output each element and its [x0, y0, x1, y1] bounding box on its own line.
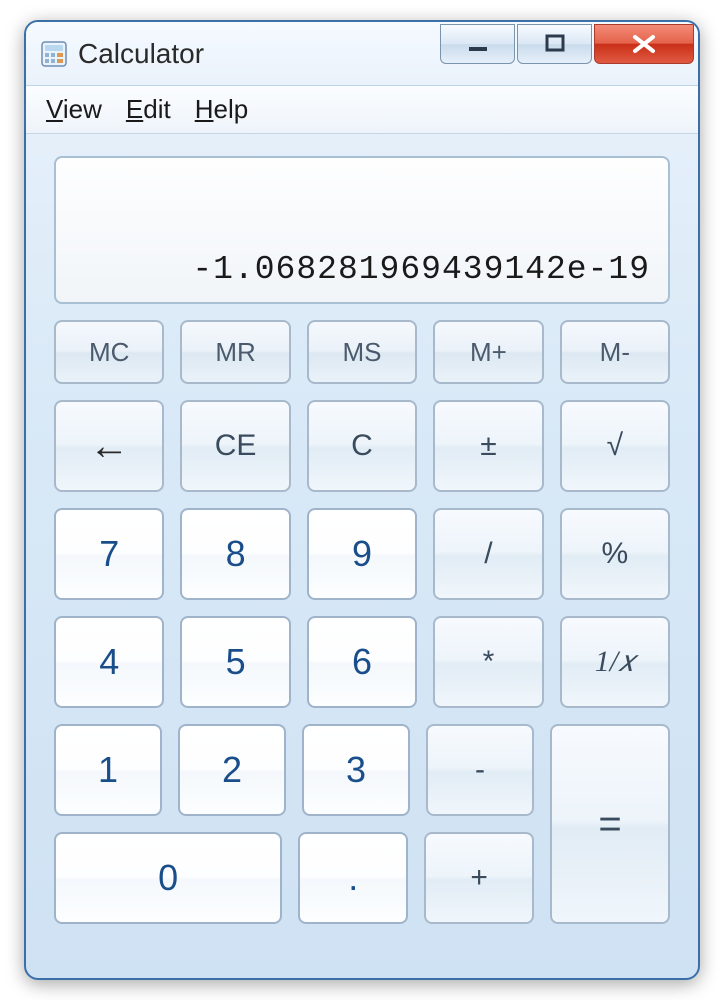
percent-button[interactable]: % — [560, 508, 670, 600]
menu-edit[interactable]: Edit — [126, 94, 171, 125]
reciprocal-button[interactable]: 1/𝑥 — [560, 616, 670, 708]
calculator-window: Calculator View Edit Help — [24, 20, 700, 980]
close-button[interactable] — [594, 24, 694, 64]
display-value: -1.068281969439142e-19 — [192, 251, 650, 288]
backspace-arrow-icon: ← — [89, 424, 129, 469]
bottom-left-block: 1 2 3 - 0 . + — [54, 724, 534, 924]
menu-view[interactable]: View — [46, 94, 102, 125]
num-0-button[interactable]: 0 — [54, 832, 282, 924]
backspace-button[interactable]: ← — [54, 400, 164, 492]
titlebar: Calculator — [26, 22, 698, 86]
display-area: -1.068281969439142e-19 — [54, 156, 670, 304]
row-0: 0 . + — [54, 832, 534, 924]
minimize-button[interactable] — [440, 24, 515, 64]
num-4-button[interactable]: 4 — [54, 616, 164, 708]
mc-button[interactable]: MC — [54, 320, 164, 384]
num-2-button[interactable]: 2 — [178, 724, 286, 816]
mminus-button[interactable]: M- — [560, 320, 670, 384]
reciprocal-label: 1/𝑥 — [595, 645, 635, 679]
num-7-button[interactable]: 7 — [54, 508, 164, 600]
num-3-button[interactable]: 3 — [302, 724, 410, 816]
equals-column: = — [550, 724, 670, 924]
decimal-button[interactable]: . — [298, 832, 408, 924]
c-button[interactable]: C — [307, 400, 417, 492]
equals-button[interactable]: = — [550, 724, 670, 924]
add-button[interactable]: + — [424, 832, 534, 924]
menu-view-rest: iew — [63, 94, 102, 124]
calc-display: -1.068281969439142e-19 — [54, 156, 670, 304]
row-789: 7 8 9 / % — [54, 508, 670, 600]
divide-button[interactable]: / — [433, 508, 543, 600]
ms-button[interactable]: MS — [307, 320, 417, 384]
menu-edit-rest: dit — [143, 94, 170, 124]
num-9-button[interactable]: 9 — [307, 508, 417, 600]
calculator-app-icon — [40, 40, 68, 68]
subtract-button[interactable]: - — [426, 724, 534, 816]
multiply-button[interactable]: * — [433, 616, 543, 708]
num-6-button[interactable]: 6 — [307, 616, 417, 708]
edit-row: ← CE C ± √ — [54, 400, 670, 492]
ce-button[interactable]: CE — [180, 400, 290, 492]
menu-help[interactable]: Help — [195, 94, 248, 125]
mplus-button[interactable]: M+ — [433, 320, 543, 384]
num-8-button[interactable]: 8 — [180, 508, 290, 600]
window-title: Calculator — [78, 38, 204, 70]
button-pad: MC MR MS M+ M- ← CE C ± √ 7 8 9 / % 4 5 — [54, 320, 670, 924]
maximize-button[interactable] — [517, 24, 592, 64]
num-1-button[interactable]: 1 — [54, 724, 162, 816]
negate-button[interactable]: ± — [433, 400, 543, 492]
menu-help-rest: elp — [213, 94, 248, 124]
window-controls — [440, 22, 698, 85]
num-5-button[interactable]: 5 — [180, 616, 290, 708]
row-123: 1 2 3 - — [54, 724, 534, 816]
mr-button[interactable]: MR — [180, 320, 290, 384]
bottom-grid: 1 2 3 - 0 . + = — [54, 724, 670, 924]
menubar: View Edit Help — [26, 86, 698, 134]
memory-row: MC MR MS M+ M- — [54, 320, 670, 384]
sqrt-button[interactable]: √ — [560, 400, 670, 492]
row-456: 4 5 6 * 1/𝑥 — [54, 616, 670, 708]
